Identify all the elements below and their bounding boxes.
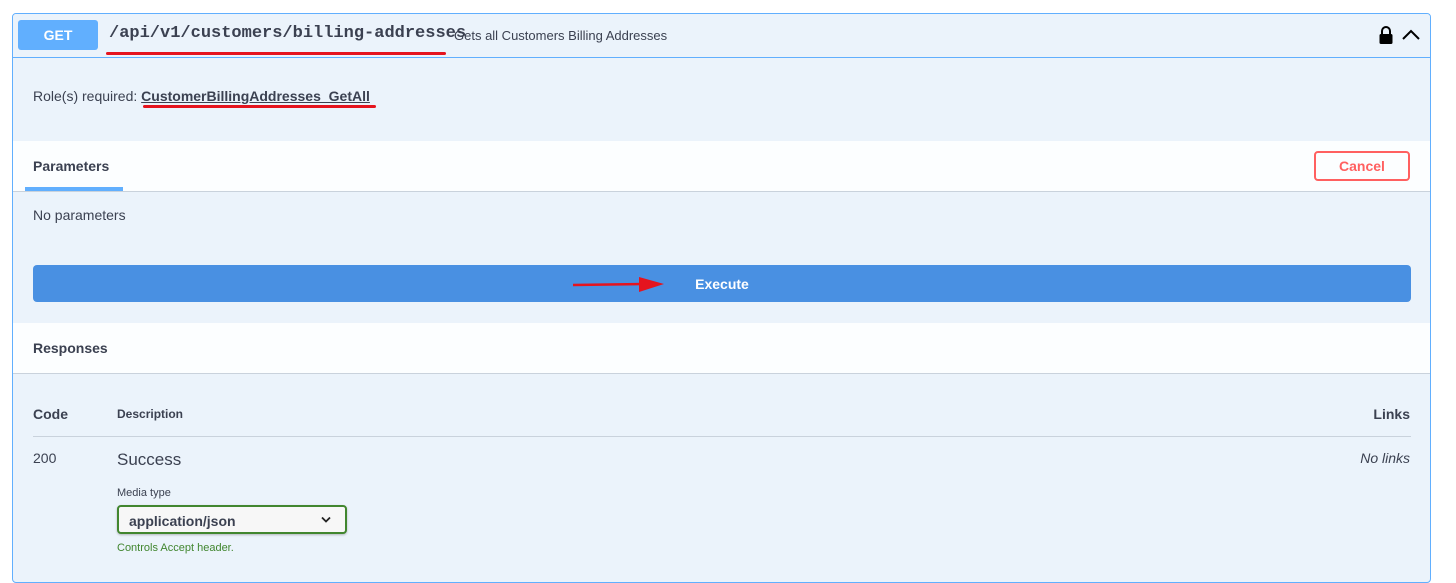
- response-code: 200: [33, 450, 57, 466]
- response-links: No links: [1360, 450, 1410, 466]
- execute-button[interactable]: Execute: [33, 265, 1411, 302]
- media-type-select[interactable]: application/json: [117, 505, 347, 534]
- annotation-underline-path: [106, 52, 446, 55]
- roles-label: Role(s) required:: [33, 88, 138, 104]
- parameters-header: Parameters Cancel: [13, 141, 1430, 192]
- chevron-down-icon: [321, 516, 331, 523]
- method-badge: GET: [18, 20, 98, 50]
- media-type-value: application/json: [129, 513, 236, 529]
- chevron-up-icon[interactable]: [1401, 26, 1421, 44]
- responses-title: Responses: [33, 340, 108, 356]
- no-parameters-text: No parameters: [33, 207, 126, 223]
- lock-icon[interactable]: [1378, 25, 1394, 45]
- cancel-button[interactable]: Cancel: [1314, 151, 1410, 181]
- responses-header: Responses: [13, 323, 1430, 374]
- table-divider: [33, 436, 1411, 437]
- column-header-links: Links: [1373, 406, 1410, 422]
- role-name: CustomerBillingAddresses_GetAll: [141, 88, 370, 104]
- column-header-description: Description: [117, 407, 184, 421]
- roles-required: Role(s) required: CustomerBillingAddress…: [33, 88, 370, 104]
- media-type-hint: Controls Accept header.: [117, 542, 234, 554]
- tab-parameters[interactable]: Parameters: [25, 141, 123, 191]
- column-header-code: Code: [33, 406, 68, 422]
- endpoint-description: Gets all Customers Billing Addresses: [454, 28, 668, 43]
- response-description: Success: [117, 450, 182, 469]
- media-type-label: Media type: [117, 487, 171, 499]
- operation-block: GET /api/v1/customers/billing-addresses …: [12, 13, 1431, 583]
- operation-summary[interactable]: GET /api/v1/customers/billing-addresses …: [13, 14, 1430, 58]
- annotation-arrow-icon: [573, 277, 664, 292]
- endpoint-path: /api/v1/customers/billing-addresses: [109, 24, 467, 43]
- annotation-underline-role: [143, 105, 376, 108]
- tab-parameters-label: Parameters: [33, 158, 110, 174]
